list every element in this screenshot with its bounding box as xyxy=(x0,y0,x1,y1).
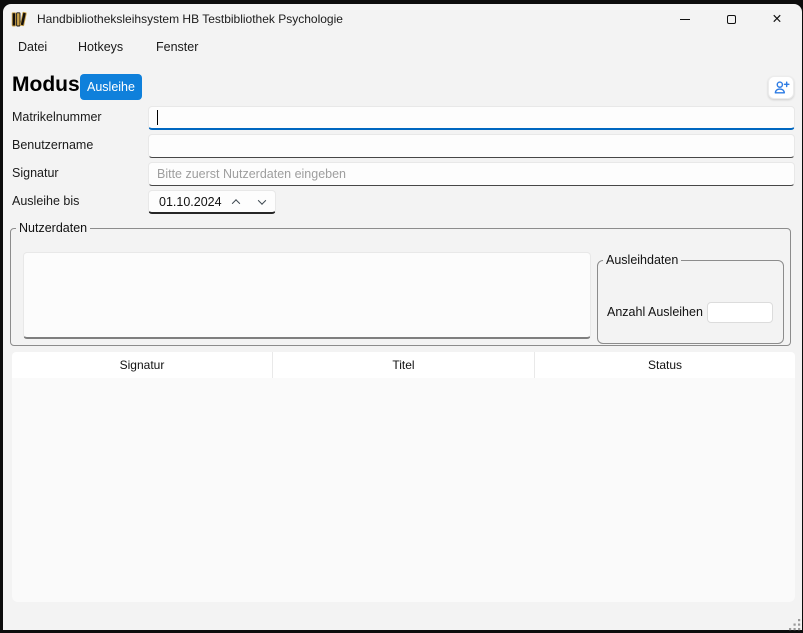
maximize-icon xyxy=(727,15,736,24)
resize-grip-icon[interactable] xyxy=(789,619,801,631)
ausleihe-bis-date-spinner[interactable]: 01.10.2024 xyxy=(148,190,276,214)
mode-ausleihe-button[interactable]: Ausleihe xyxy=(80,74,142,100)
benutzername-label: Benutzername xyxy=(12,138,93,152)
close-icon: ✕ xyxy=(772,13,782,26)
anzahl-ausleihen-label: Anzahl Ausleihen xyxy=(607,305,703,319)
matrikelnummer-label: Matrikelnummer xyxy=(12,110,102,124)
title-bar: Handbibliotheksleihsystem HB Testbibliot… xyxy=(3,4,802,34)
nutzerdaten-groupbox: Nutzerdaten Ausleihdaten Anzahl Ausleihe… xyxy=(10,221,791,346)
signatur-label: Signatur xyxy=(12,166,59,180)
person-add-icon xyxy=(773,80,790,95)
date-increment-button[interactable] xyxy=(223,191,249,212)
text-caret xyxy=(157,110,158,125)
menu-item-hotkeys[interactable]: Hotkeys xyxy=(78,40,123,54)
table-body-empty xyxy=(12,378,795,602)
menu-item-fenster[interactable]: Fenster xyxy=(156,40,198,54)
date-decrement-button[interactable] xyxy=(249,191,275,212)
ausleihdaten-groupbox: Ausleihdaten Anzahl Ausleihen xyxy=(597,253,784,344)
window-controls: ✕ xyxy=(662,4,800,34)
ausleihe-bis-label: Ausleihe bis xyxy=(12,194,79,208)
ausleihdaten-legend: Ausleihdaten xyxy=(603,253,681,267)
add-user-button[interactable] xyxy=(768,76,794,99)
column-header-signatur[interactable]: Signatur xyxy=(12,352,272,378)
table-header-row: Signatur Titel Status xyxy=(12,352,795,378)
column-header-titel[interactable]: Titel xyxy=(272,352,534,378)
menu-item-datei[interactable]: Datei xyxy=(18,40,47,54)
date-value: 01.10.2024 xyxy=(149,195,223,209)
nutzerdaten-legend: Nutzerdaten xyxy=(16,221,90,235)
maximize-button[interactable] xyxy=(708,4,754,34)
window-title: Handbibliotheksleihsystem HB Testbibliot… xyxy=(37,12,343,26)
close-button[interactable]: ✕ xyxy=(754,4,800,34)
screen: { "window": { "title": "Handbibliotheksl… xyxy=(0,0,803,633)
books-icon xyxy=(11,11,28,28)
column-header-status[interactable]: Status xyxy=(534,352,795,378)
chevron-up-icon xyxy=(232,199,240,207)
matrikelnummer-input[interactable] xyxy=(148,106,795,130)
minimize-button[interactable] xyxy=(662,4,708,34)
nutzerdaten-textarea[interactable] xyxy=(23,252,591,339)
chevron-down-icon xyxy=(258,196,266,204)
signatur-input[interactable] xyxy=(148,162,795,186)
mode-heading: Modus xyxy=(12,73,80,97)
benutzername-input[interactable] xyxy=(148,134,795,158)
anzahl-ausleihen-input[interactable] xyxy=(707,302,773,323)
minimize-icon xyxy=(680,19,690,20)
